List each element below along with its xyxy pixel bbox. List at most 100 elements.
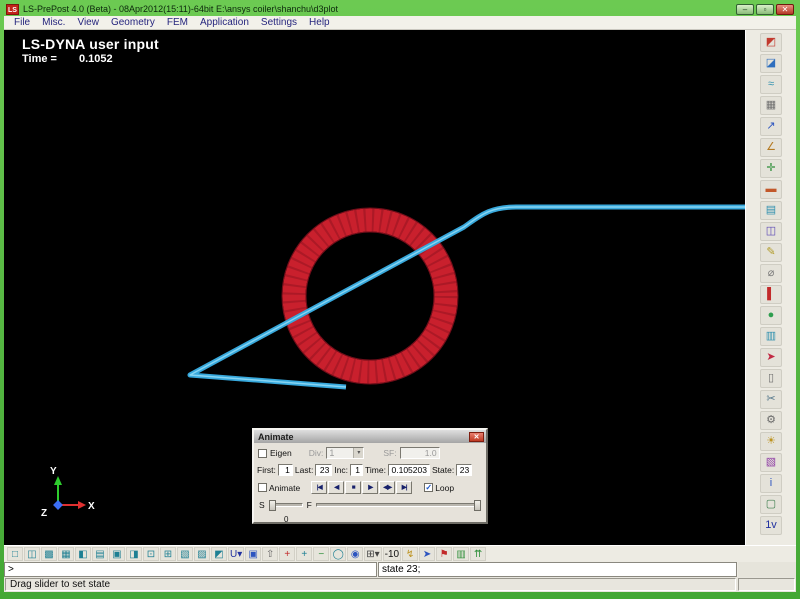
active-window-icon[interactable]: ▣ xyxy=(245,547,261,561)
sphere-icon[interactable]: ● xyxy=(760,306,782,325)
fringe-bands-icon[interactable]: ▤ xyxy=(760,201,782,220)
div-dropdown: 1 ▾ xyxy=(326,447,364,459)
shift-ctrl-hint-icon[interactable]: ⇧ xyxy=(262,547,278,561)
menu-file[interactable]: File xyxy=(8,16,36,29)
maximize-button[interactable]: ▫ xyxy=(756,4,774,15)
speed-slider-thumb[interactable] xyxy=(269,500,276,511)
menu-application[interactable]: Application xyxy=(194,16,255,29)
cut-section-icon[interactable]: ✂ xyxy=(760,390,782,409)
animate-checkbox[interactable] xyxy=(258,483,267,492)
first-state-button[interactable]: |◀ xyxy=(311,481,327,494)
menu-fem[interactable]: FEM xyxy=(161,16,194,29)
edge-only-cube-icon[interactable]: ▨ xyxy=(194,547,210,561)
xy-plot-icon[interactable]: ≈ xyxy=(760,75,782,94)
animate-label: Animate xyxy=(269,483,300,493)
slider-zero-label: 0 xyxy=(284,515,288,524)
transparent-cube-icon[interactable]: ▧ xyxy=(177,547,193,561)
lightning-icon[interactable]: ↯ xyxy=(402,547,418,561)
histogram-icon[interactable]: ▥ xyxy=(453,547,469,561)
measure-diameter-icon[interactable]: ⌀ xyxy=(760,264,782,283)
axis-triad: Y X Z xyxy=(41,466,95,519)
speed-slider-track[interactable] xyxy=(269,503,303,507)
command-prompt-input[interactable] xyxy=(4,562,377,577)
state-field[interactable] xyxy=(456,464,472,476)
settings-gear-icon[interactable]: ⚙ xyxy=(760,411,782,430)
part-color-cube-icon[interactable]: ◩ xyxy=(211,547,227,561)
inc-field[interactable] xyxy=(350,464,363,476)
stop-button[interactable]: ■ xyxy=(345,481,361,494)
add-plus-red-icon[interactable]: + xyxy=(279,547,295,561)
strip-band-geometry xyxy=(190,207,745,387)
close-button[interactable]: ✕ xyxy=(776,4,794,15)
last-field[interactable] xyxy=(315,464,332,476)
state-command-input[interactable] xyxy=(378,562,737,577)
eigen-label: Eigen xyxy=(270,448,292,458)
first-field[interactable] xyxy=(278,464,293,476)
menu-settings[interactable]: Settings xyxy=(255,16,303,29)
eigen-checkbox[interactable] xyxy=(258,449,267,458)
animate-dialog-titlebar[interactable]: Animate ✕ xyxy=(254,430,486,443)
shaded-edges-cube-icon[interactable]: ▦ xyxy=(58,547,74,561)
mesh-lines-cube-icon[interactable]: ▤ xyxy=(92,547,108,561)
particle-trace-icon[interactable]: ➤ xyxy=(760,348,782,367)
u-displacement-icon[interactable]: U▾ xyxy=(228,547,244,561)
globe-icon[interactable]: ◉ xyxy=(347,547,363,561)
history-bar-icon[interactable]: ▌ xyxy=(760,285,782,304)
split-window-icon[interactable]: ◫ xyxy=(760,222,782,241)
texture-palette-icon[interactable]: ▧ xyxy=(760,453,782,472)
state-slider-thumb[interactable] xyxy=(474,500,481,511)
shrink-cube-icon[interactable]: ▣ xyxy=(109,547,125,561)
shaded-cube-icon[interactable]: ▩ xyxy=(41,547,57,561)
chevron-down-icon: ▾ xyxy=(353,448,363,458)
grid-dropdown-icon[interactable]: ⊞▾ xyxy=(364,547,381,561)
flag-icon[interactable]: ⚑ xyxy=(436,547,452,561)
add-plus-teal-icon[interactable]: + xyxy=(296,547,312,561)
view-cube-icon[interactable]: ◩ xyxy=(760,33,782,52)
play-button[interactable]: ▶ xyxy=(362,481,378,494)
mesh-grid-icon[interactable]: ▦ xyxy=(760,96,782,115)
state-slider-track[interactable] xyxy=(316,503,481,507)
dialog-close-icon[interactable]: ✕ xyxy=(469,432,484,442)
remove-minus-green-icon[interactable]: − xyxy=(313,547,329,561)
angle-icon[interactable]: ∠ xyxy=(760,138,782,157)
sort-up-icon[interactable]: ⇈ xyxy=(470,547,486,561)
previous-state-button[interactable]: ◀ xyxy=(328,481,344,494)
menu-view[interactable]: View xyxy=(71,16,105,29)
data-table-icon[interactable]: ▥ xyxy=(760,327,782,346)
one-view-icon[interactable]: 1v xyxy=(760,516,782,535)
outline-cube-icon[interactable]: ⊞ xyxy=(160,547,176,561)
time-label: Time = xyxy=(22,53,57,65)
vector-arrow-icon[interactable]: ↗ xyxy=(760,117,782,136)
command-row-filler xyxy=(738,562,796,577)
report-doc-icon[interactable]: ▯ xyxy=(760,369,782,388)
graphics-viewport[interactable]: Y X Z LS-DYNA user input Time =0.1052 An… xyxy=(4,30,745,545)
axes-target-icon[interactable]: ✛ xyxy=(760,159,782,178)
annotate-pencil-icon[interactable]: ✎ xyxy=(760,243,782,262)
hidden-line-cube-icon[interactable]: ◫ xyxy=(24,547,40,561)
thick-shell-cube-icon[interactable]: ◨ xyxy=(126,547,142,561)
wireframe-cube-icon[interactable]: □ xyxy=(7,547,23,561)
pointer-arrow-icon[interactable]: ➤ xyxy=(419,547,435,561)
node-points-cube-icon[interactable]: ⊡ xyxy=(143,547,159,561)
light-source-icon[interactable]: ☀ xyxy=(760,432,782,451)
menu-misc[interactable]: Misc. xyxy=(36,16,71,29)
center-circle-icon[interactable]: ◯ xyxy=(330,547,346,561)
menu-bar: File Misc. View Geometry FEM Application… xyxy=(4,16,796,30)
title-bar[interactable]: LS LS-PrePost 4.0 (Beta) - 08Apr2012(15:… xyxy=(4,2,796,16)
loop-checkbox[interactable]: ✓ xyxy=(424,483,433,492)
render-cube-icon[interactable]: ◪ xyxy=(760,54,782,73)
oscillate-button[interactable]: ◀▶ xyxy=(379,481,395,494)
menu-geometry[interactable]: Geometry xyxy=(105,16,161,29)
window-title: LS-PrePost 4.0 (Beta) - 08Apr2012(15:11)… xyxy=(23,4,732,14)
loop-label: Loop xyxy=(435,483,454,493)
info-icon[interactable]: i xyxy=(760,474,782,493)
dlg-time-field[interactable] xyxy=(388,464,430,476)
menu-help[interactable]: Help xyxy=(303,16,336,29)
minimize-button[interactable]: – xyxy=(736,4,754,15)
last-state-button[interactable]: ▶| xyxy=(396,481,412,494)
multi-view-icon[interactable]: ▢ xyxy=(760,495,782,514)
rotate-angle-label[interactable]: -10 xyxy=(383,547,401,561)
section-plane-icon[interactable]: ▬ xyxy=(760,180,782,199)
playback-controls: |◀ ◀ ■ ▶ ◀▶ ▶| xyxy=(311,481,412,494)
feature-edge-cube-icon[interactable]: ◧ xyxy=(75,547,91,561)
